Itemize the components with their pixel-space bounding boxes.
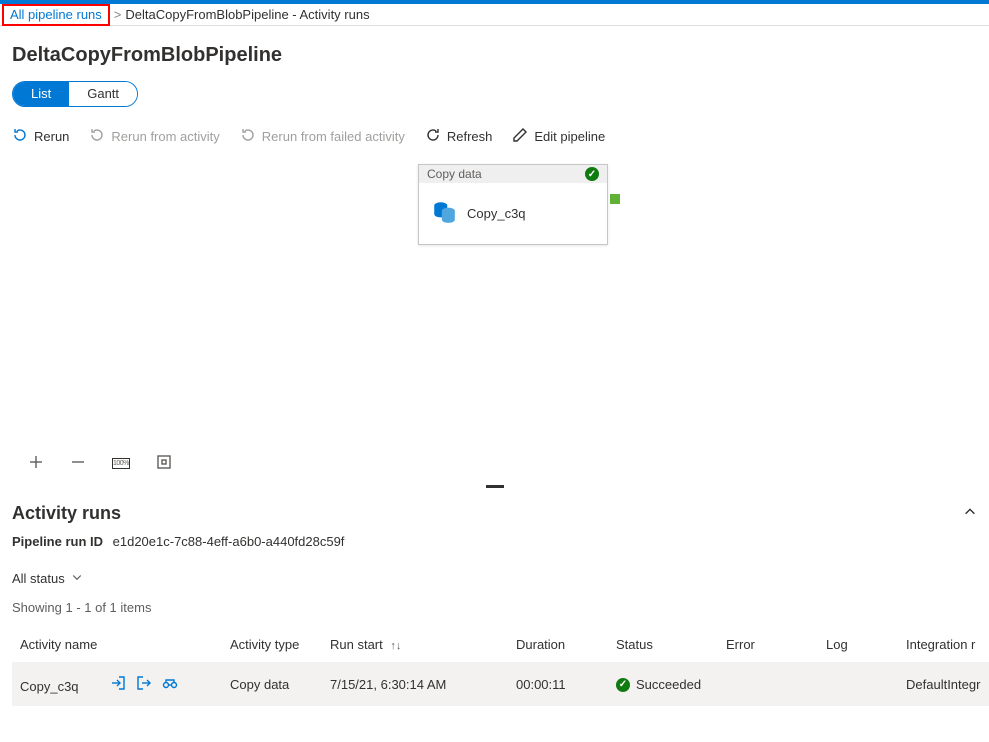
database-icon xyxy=(431,199,457,228)
cell-integration: DefaultIntegr xyxy=(898,663,989,707)
col-header-duration[interactable]: Duration xyxy=(508,627,608,663)
activity-runs-table: Activity name Activity type Run start ↑↓… xyxy=(12,627,989,706)
node-header: Copy data xyxy=(419,165,607,183)
breadcrumb-current: DeltaCopyFromBlobPipeline - Activity run… xyxy=(125,7,369,22)
zoom-out-button[interactable] xyxy=(70,454,86,473)
status-success-icon xyxy=(616,678,630,692)
refresh-icon xyxy=(425,127,441,146)
col-header-log[interactable]: Log xyxy=(818,627,898,663)
rerun-activity-label: Rerun from activity xyxy=(111,129,219,144)
success-check-icon xyxy=(585,167,599,181)
status-filter-dropdown[interactable]: All status xyxy=(12,571,977,586)
cell-error xyxy=(718,663,818,707)
refresh-button[interactable]: Refresh xyxy=(425,127,493,146)
page-title: DeltaCopyFromBlobPipeline xyxy=(12,44,977,67)
cell-log xyxy=(818,663,898,707)
activity-node[interactable]: Copy data Copy_c3q xyxy=(418,164,608,245)
rerun-failed-label: Rerun from failed activity xyxy=(262,129,405,144)
col-header-error[interactable]: Error xyxy=(718,627,818,663)
cell-run-start: 7/15/21, 6:30:14 AM xyxy=(322,663,508,707)
status-filter-label: All status xyxy=(12,571,65,586)
col-header-status[interactable]: Status xyxy=(608,627,718,663)
col-header-name[interactable]: Activity name xyxy=(12,627,222,663)
cell-status: Succeeded xyxy=(636,677,701,692)
run-id-row: Pipeline run ID e1d20e1c-7c88-4eff-a6b0-… xyxy=(12,534,977,549)
rerun-label: Rerun xyxy=(34,129,69,144)
rerun-icon xyxy=(12,127,28,146)
panel-resize-handle[interactable] xyxy=(0,485,989,491)
breadcrumb: All pipeline runs > DeltaCopyFromBlobPip… xyxy=(0,4,989,26)
sort-icon: ↑↓ xyxy=(390,640,401,652)
cell-activity-type: Copy data xyxy=(222,663,322,707)
run-id-label: Pipeline run ID xyxy=(12,534,103,549)
section-title: Activity runs xyxy=(12,503,121,524)
edit-label: Edit pipeline xyxy=(534,129,605,144)
view-toggle-gantt[interactable]: Gantt xyxy=(69,82,137,106)
details-icon[interactable] xyxy=(162,675,178,694)
cell-duration: 00:00:11 xyxy=(508,663,608,707)
rerun-from-activity-button: Rerun from activity xyxy=(89,127,219,146)
activity-runs-section: Activity runs Pipeline run ID e1d20e1c-7… xyxy=(0,491,989,706)
pipeline-canvas[interactable]: Copy data Copy_c3q xyxy=(12,164,977,454)
edit-pipeline-button[interactable]: Edit pipeline xyxy=(512,127,605,146)
chevron-down-icon xyxy=(71,571,83,586)
cell-activity-name: Copy_c3q xyxy=(20,679,79,694)
fit-to-screen-button[interactable] xyxy=(156,454,172,473)
node-type-label: Copy data xyxy=(427,167,482,181)
canvas-tools: 100% xyxy=(12,454,977,485)
view-toggle: List Gantt xyxy=(12,81,138,107)
table-row[interactable]: Copy_c3q Copy data 7/15/21, 6:30:14 AM 0… xyxy=(12,663,989,707)
action-bar: Rerun Rerun from activity Rerun from fai… xyxy=(12,127,977,146)
node-name: Copy_c3q xyxy=(467,206,526,221)
node-output-handle[interactable] xyxy=(610,194,620,204)
rerun-failed-button: Rerun from failed activity xyxy=(240,127,405,146)
col-header-start[interactable]: Run start ↑↓ xyxy=(322,627,508,663)
collapse-section-button[interactable] xyxy=(963,505,977,522)
col-header-start-label: Run start xyxy=(330,637,383,652)
edit-icon xyxy=(512,127,528,146)
node-body: Copy_c3q xyxy=(419,183,607,244)
input-icon[interactable] xyxy=(110,675,126,694)
breadcrumb-separator-icon: > xyxy=(114,7,122,22)
breadcrumb-all-runs-link[interactable]: All pipeline runs xyxy=(2,4,110,26)
output-icon[interactable] xyxy=(136,675,152,694)
rerun-failed-icon xyxy=(240,127,256,146)
rerun-activity-icon xyxy=(89,127,105,146)
zoom-in-button[interactable] xyxy=(28,454,44,473)
rerun-button[interactable]: Rerun xyxy=(12,127,69,146)
run-id-value: e1d20e1c-7c88-4eff-a6b0-a440fd28c59f xyxy=(113,534,345,549)
item-count: Showing 1 - 1 of 1 items xyxy=(12,600,977,615)
col-header-type[interactable]: Activity type xyxy=(222,627,322,663)
zoom-reset-button[interactable]: 100% xyxy=(112,458,130,469)
col-header-integration[interactable]: Integration r xyxy=(898,627,989,663)
view-toggle-list[interactable]: List xyxy=(13,82,69,106)
refresh-label: Refresh xyxy=(447,129,493,144)
